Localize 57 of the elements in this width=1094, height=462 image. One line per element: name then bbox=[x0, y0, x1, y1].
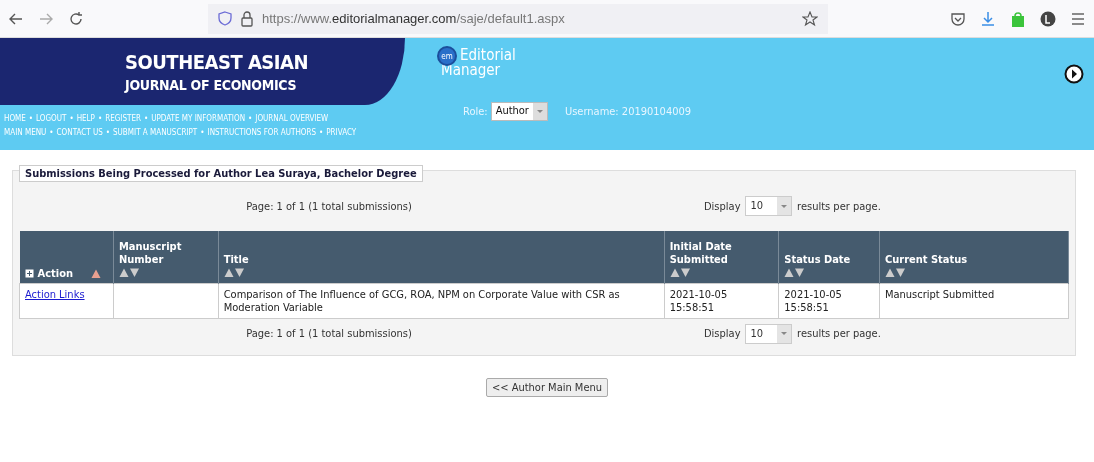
play-icon[interactable] bbox=[1064, 64, 1084, 84]
nav-separator: • bbox=[319, 128, 324, 137]
page-info: Page: 1 of 1 (1 total submissions) bbox=[245, 327, 413, 340]
table-cell: Comparison of The Influence of GCG, ROA, NPM on Corporate Value with CSR as Moderation Variable bbox=[218, 283, 665, 318]
column-label: Action bbox=[37, 266, 73, 280]
role-label: Role: bbox=[463, 105, 488, 118]
nav-separator: • bbox=[105, 128, 111, 137]
sort-arrows-icon[interactable] bbox=[884, 267, 906, 277]
results-per-page-dropdown[interactable]: 10 bbox=[745, 196, 793, 216]
nav-separator: • bbox=[49, 128, 54, 137]
nav-separator: • bbox=[97, 114, 103, 123]
logo-badge: em bbox=[437, 46, 457, 66]
results-per-page-dropdown[interactable]: 10 bbox=[745, 323, 793, 344]
table-cell: Manuscript Submitted bbox=[879, 283, 1069, 318]
lock-icon bbox=[240, 10, 254, 27]
shield-icon bbox=[218, 11, 232, 26]
column-header[interactable]: Current Status bbox=[879, 231, 1069, 283]
table-cell: 2021-10-05 15:58:51 bbox=[664, 283, 779, 318]
sort-ascending-icon[interactable] bbox=[91, 268, 101, 278]
journal-subtitle: JOURNAL OF ECONOMICS bbox=[125, 77, 298, 93]
column-header[interactable]: Title bbox=[218, 231, 665, 283]
nav-separator: • bbox=[143, 114, 149, 123]
journal-title: SOUTHEAST ASIAN bbox=[125, 50, 309, 74]
role-dropdown[interactable]: Author bbox=[490, 102, 548, 121]
display-label: Display bbox=[704, 327, 741, 340]
logo-text: Editorial bbox=[460, 48, 516, 63]
author-main-menu-button[interactable]: << Author Main Menu bbox=[485, 377, 609, 397]
table-cell: 2021-10-05 15:58:51 bbox=[778, 283, 880, 318]
results-per-page-label: results per page. bbox=[797, 327, 881, 340]
username-text: Username: 20190104009 bbox=[564, 105, 692, 118]
sort-arrows-icon[interactable] bbox=[784, 267, 806, 277]
page-info: Page: 1 of 1 (1 total submissions) bbox=[245, 199, 413, 213]
star-icon[interactable] bbox=[802, 10, 818, 27]
menu-icon[interactable] bbox=[1070, 10, 1086, 27]
column-header[interactable]: Manuscript Number bbox=[113, 231, 219, 283]
column-header[interactable]: Initial Date Submitted bbox=[664, 231, 779, 283]
logo-text: Manager bbox=[441, 63, 502, 77]
nav-separator: • bbox=[200, 128, 205, 137]
sort-arrows-icon[interactable] bbox=[669, 267, 691, 277]
column-header[interactable]: Status Date bbox=[778, 231, 880, 283]
sort-arrows-icon[interactable] bbox=[118, 267, 140, 277]
sort-arrows-icon[interactable] bbox=[223, 267, 245, 277]
column-header[interactable]: Action bbox=[19, 231, 114, 283]
dropdown-arrow-icon bbox=[781, 204, 788, 208]
panel-legend: Submissions Being Processed for Author Lea Suraya, Bachelor Degree bbox=[19, 165, 423, 182]
display-label: Display bbox=[704, 199, 741, 213]
nav-separator: • bbox=[248, 114, 253, 123]
dropdown-arrow-icon bbox=[781, 332, 788, 335]
dropdown-arrow-icon bbox=[536, 110, 543, 113]
results-per-page-label: results per page. bbox=[797, 199, 881, 213]
expand-icon[interactable] bbox=[24, 268, 34, 278]
profile-icon[interactable] bbox=[1040, 10, 1056, 27]
nav-separator: • bbox=[28, 114, 34, 123]
download-icon[interactable] bbox=[980, 10, 996, 27]
reload-icon[interactable] bbox=[68, 10, 84, 27]
nav-separator: • bbox=[69, 114, 74, 123]
pocket-icon[interactable] bbox=[950, 10, 966, 27]
